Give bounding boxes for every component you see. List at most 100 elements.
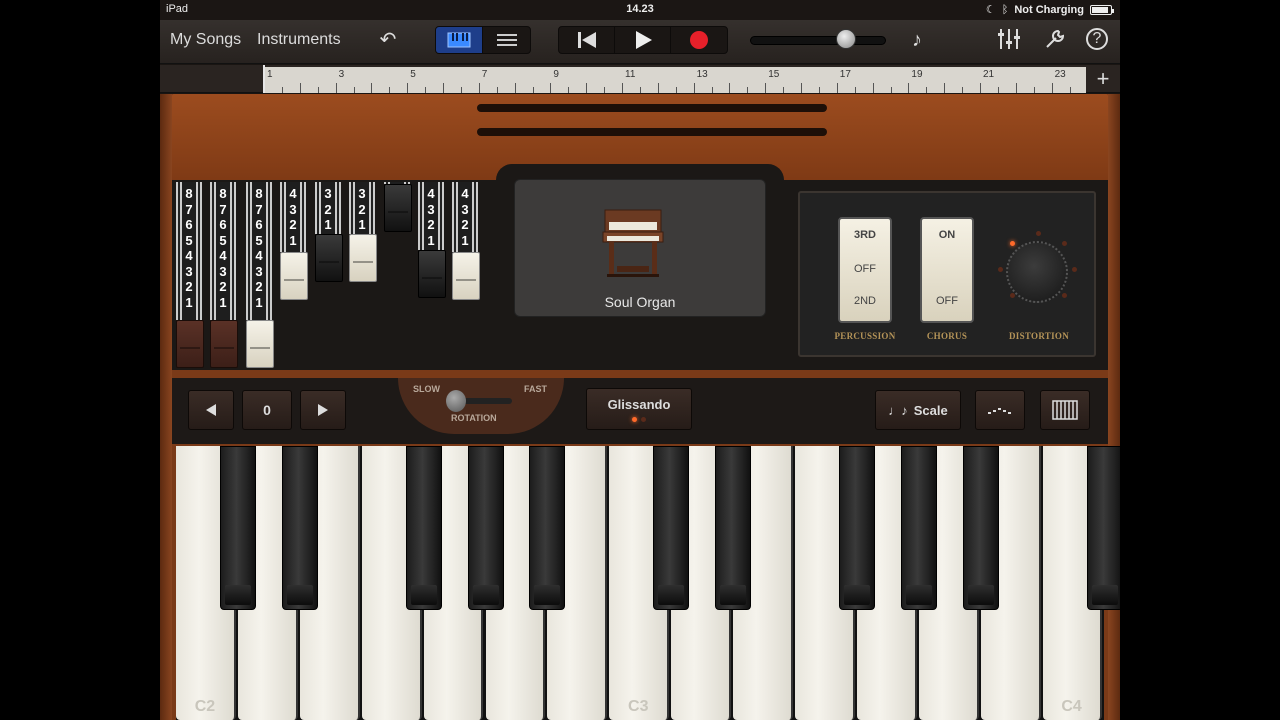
drawbar-number: 3 xyxy=(289,201,297,217)
drawbar-handle[interactable] xyxy=(176,320,204,368)
drawbar-number: 3 xyxy=(185,263,193,279)
ruler-track[interactable]: 1 3 5 7 9 11 13 15 17 19 21 23 xyxy=(264,67,1086,93)
distortion-knob[interactable] xyxy=(1006,241,1068,303)
drawbar-handle[interactable] xyxy=(349,234,377,282)
glissando-indicator xyxy=(632,416,646,422)
octave-up-button[interactable] xyxy=(300,390,346,430)
arpeggiator-button[interactable] xyxy=(975,390,1025,430)
wrench-icon[interactable] xyxy=(1043,28,1067,52)
drawbar-handle[interactable] xyxy=(452,252,480,300)
drawbar-handle[interactable] xyxy=(280,252,308,300)
volume-slider-track[interactable] xyxy=(750,36,886,45)
distortion-led xyxy=(1010,293,1015,298)
speaker-slot xyxy=(477,104,827,112)
drawbar-handle[interactable] xyxy=(315,234,343,282)
distortion-label: DISTORTION xyxy=(1008,331,1070,341)
black-key[interactable] xyxy=(219,446,256,610)
drawbar-numbers: 4321 xyxy=(422,186,440,248)
drawbar-numbers: 4321 xyxy=(456,186,474,248)
black-key[interactable] xyxy=(281,446,318,610)
ruler-tick xyxy=(478,83,480,93)
garageband-screen: iPad 14.23 ☾ ᛒ Not Charging My Songs Ins… xyxy=(160,0,1120,720)
volume-slider-thumb[interactable] xyxy=(836,29,856,49)
drawbar-number: 3 xyxy=(255,263,263,279)
percussion-2nd-label: 2ND xyxy=(853,295,876,307)
drawbar-handle[interactable] xyxy=(418,250,446,298)
ruler-tick xyxy=(711,87,713,93)
drawbar-number: 2 xyxy=(324,201,332,217)
ruler-tick xyxy=(281,87,283,93)
ruler-tick xyxy=(765,83,767,93)
black-key[interactable] xyxy=(715,446,752,610)
ruler-label: 5 xyxy=(410,69,416,80)
rotation-slider-thumb[interactable] xyxy=(446,390,466,412)
drawbar-handle[interactable] xyxy=(246,320,274,368)
ruler-label: 23 xyxy=(1054,69,1066,80)
metronome-icon[interactable]: ♪ xyxy=(905,28,929,52)
scale-label: Scale xyxy=(913,402,948,418)
rotation-control[interactable]: SLOW FAST ROTATION xyxy=(398,378,564,434)
black-key[interactable] xyxy=(405,446,442,610)
ruler-tick xyxy=(335,83,337,93)
ruler-tick xyxy=(586,83,588,93)
ruler-tick xyxy=(872,83,874,93)
keyboard-layout-button[interactable] xyxy=(1040,390,1090,430)
ruler-tick xyxy=(657,83,659,93)
drawbar-number: 2 xyxy=(461,217,469,232)
ruler-tick xyxy=(407,83,409,93)
ruler-tick xyxy=(729,83,731,93)
mixer-icon[interactable] xyxy=(997,28,1021,52)
status-right: ☾ ᛒ Not Charging xyxy=(986,3,1114,16)
drawbar-number: 2 xyxy=(358,201,366,217)
black-key[interactable] xyxy=(467,446,504,610)
ruler-tick xyxy=(980,83,981,93)
keyboard-view-icon[interactable] xyxy=(436,27,483,53)
drawbar-handle[interactable] xyxy=(384,184,412,232)
black-key[interactable] xyxy=(900,446,937,610)
help-icon[interactable]: ? xyxy=(1086,28,1108,50)
instrument-display[interactable]: Soul Organ xyxy=(514,179,766,317)
ruler-label: 13 xyxy=(696,69,708,80)
drawbar-number: 5 xyxy=(185,232,193,248)
my-songs-button[interactable]: My Songs xyxy=(170,31,241,49)
ruler-label: 9 xyxy=(553,69,559,80)
black-key[interactable] xyxy=(962,446,999,610)
scale-button[interactable]: ♩♪ Scale xyxy=(875,390,961,430)
controls-bar: SLOW FAST ROTATION 0 Glissando ♩♪ Scale xyxy=(172,378,1108,444)
undo-icon[interactable]: ↶ xyxy=(376,28,400,52)
drawbar-number: 1 xyxy=(324,217,332,232)
tracks-view-icon[interactable] xyxy=(483,27,530,53)
add-section-button[interactable]: + xyxy=(1092,68,1114,90)
drawbar-number: 3 xyxy=(324,186,332,201)
ruler-tick xyxy=(532,87,534,93)
arpeggiator-icon xyxy=(988,408,1011,414)
ruler-tick xyxy=(622,83,623,93)
playhead[interactable] xyxy=(263,65,273,93)
black-key[interactable] xyxy=(838,446,875,610)
ruler-tick xyxy=(801,83,802,93)
chorus-switch[interactable]: ON OFF xyxy=(920,217,974,323)
ruler-tick xyxy=(836,83,838,93)
play-icon[interactable] xyxy=(615,27,671,53)
ruler-tick xyxy=(747,87,749,93)
rotation-slow-label: SLOW xyxy=(413,384,440,394)
ruler-tick xyxy=(944,83,946,93)
octave-down-button[interactable] xyxy=(188,390,234,430)
left-arrow-icon xyxy=(206,404,216,416)
black-key[interactable] xyxy=(529,446,566,610)
rewind-icon[interactable] xyxy=(559,27,615,53)
drawbar-numbers: 4321 xyxy=(284,186,302,248)
drawbar-handle[interactable] xyxy=(210,320,238,368)
percussion-switch[interactable]: 3RD OFF 2ND xyxy=(838,217,892,323)
drawbar-number: 2 xyxy=(289,217,297,232)
glissando-button[interactable]: Glissando xyxy=(586,388,692,430)
black-key[interactable] xyxy=(653,446,690,610)
timeline-ruler[interactable]: 1 3 5 7 9 11 13 15 17 19 21 23 + xyxy=(160,65,1120,93)
ruler-tick xyxy=(1069,87,1071,93)
instruments-button[interactable]: Instruments xyxy=(257,31,341,49)
instrument-name: Soul Organ xyxy=(604,294,676,310)
ruler-tick xyxy=(371,83,373,93)
black-key[interactable] xyxy=(1086,446,1120,610)
record-icon[interactable] xyxy=(671,27,727,53)
ruler-tick xyxy=(460,87,462,93)
